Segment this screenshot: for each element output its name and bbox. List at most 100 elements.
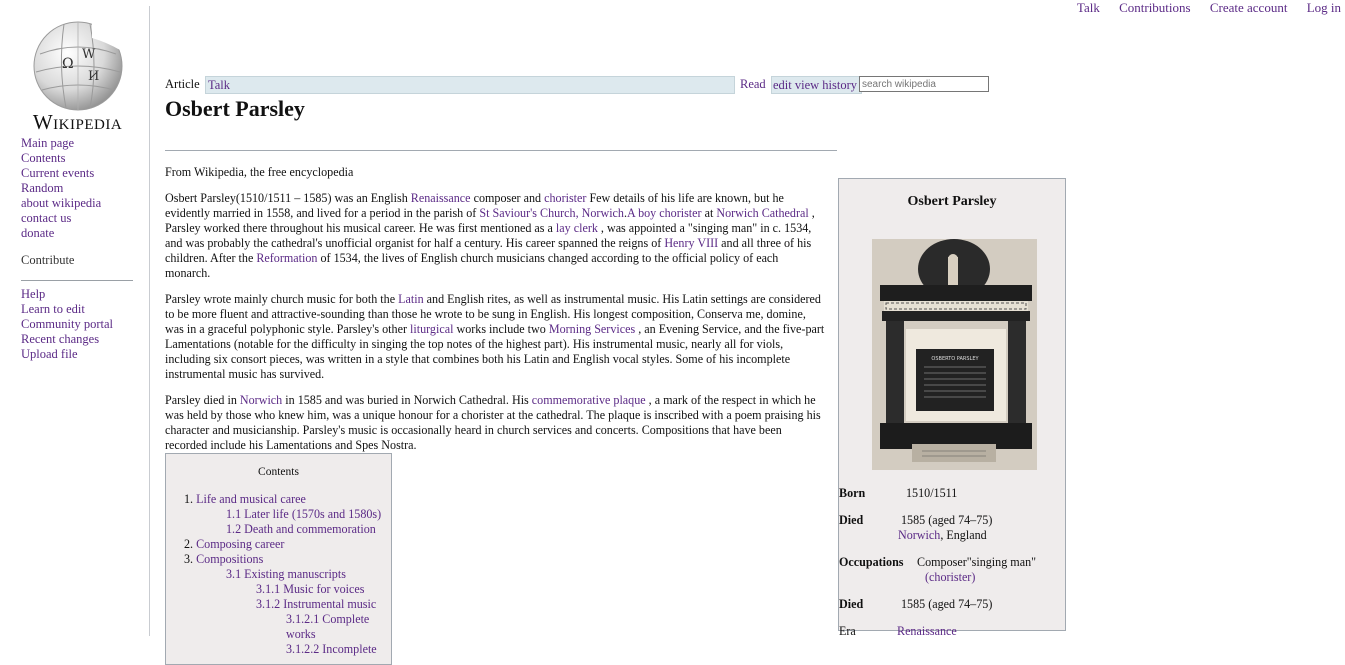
toc-item-label[interactable]: 1.2 Death and commemoration [226,522,376,536]
paragraph-death: Parsley died in Norwich in 1585 and was … [165,393,825,453]
tab-article[interactable]: Article [165,77,200,92]
topnav-contributions-link[interactable]: Contributions [1119,0,1191,15]
personal-nav: Talk Contributions Create account Log in [1061,0,1341,16]
toc-item-number: 3. [184,552,194,566]
inline-link[interactable]: Morning Services [549,322,635,336]
topnav-talk-link[interactable]: Talk [1077,0,1100,15]
sidebar-item-donate[interactable]: donate [21,226,136,241]
toc-item-label[interactable]: 3.1.2.1 Complete works [286,612,369,641]
toc-item-label[interactable]: Compositions [196,552,263,566]
text-run: Parsley wrote mainly church music for bo… [165,292,399,306]
text-run: at [701,206,717,220]
sidebar-item-help[interactable]: Help [21,287,136,302]
toc-item-number: 1. [184,492,194,506]
inline-link[interactable]: chorister [544,191,586,205]
sidebar-divider-vertical [149,6,150,636]
inline-link[interactable]: lay clerk [556,221,598,235]
inline-link[interactable]: Norwich [240,393,282,407]
infobox-value-born: 1510/1511 [906,486,958,500]
toc-item-label[interactable]: Life and musical caree [196,492,306,506]
infobox-value-occupations: Composer"singing man" [917,555,1037,569]
sidebar-item-upload-file[interactable]: Upload file [21,347,136,362]
text-run: Osbert Parsley(1510/1511 – 1585) was an … [165,191,411,205]
sidebar-heading-contribute: Contribute [21,253,75,267]
sidebar-item-contents[interactable]: Contents [21,151,136,166]
svg-text:OSBERTO PARSLEY: OSBERTO PARSLEY [931,356,979,362]
paragraph-intro: Osbert Parsley(1510/1511 – 1585) was an … [165,191,825,281]
search-input[interactable] [859,76,989,92]
sidebar-item-learn-to-edit[interactable]: Learn to edit [21,302,136,317]
text-run: works include two [453,322,549,336]
inline-link[interactable]: Henry VIII [664,236,718,250]
infobox-title: Osbert Parsley [907,194,997,209]
sidebar-item-community-portal[interactable]: Community portal [21,317,136,332]
puzzle-globe-icon: Ω W И [32,20,124,112]
infobox-value-died-place: Norwich, England [898,528,987,542]
tab-talk[interactable]: Talk [205,76,735,94]
page-title: Osbert Parsley [165,96,305,121]
inline-link[interactable]: Reformation [256,251,317,265]
sidebar-divider [21,280,133,281]
infobox-label-occupations: Occupations [839,555,904,569]
inline-link[interactable]: Latin [398,292,424,306]
toc-item[interactable]: 1. Life and musical caree [166,492,391,507]
memorial-plaque-image[interactable]: OSBERTO PARSLEY [872,239,1037,470]
toc-item-number: 2. [184,537,194,551]
toc-item[interactable]: 3. Compositions [166,552,391,567]
topnav-create-account-link[interactable]: Create account [1210,0,1288,15]
toc-item[interactable]: 3.1.1 Music for voices [166,582,391,597]
wordmark: Wikipedia [32,110,123,134]
article-body: From Wikipedia, the free encyclopedia Os… [165,165,825,464]
infobox-value-died: 1585 (aged 74–75) [901,513,993,527]
sidebar-item-main-page[interactable]: Main page [21,136,136,151]
text-run: Parsley died in [165,393,240,407]
toc-list: 1. Life and musical caree 1.1 Later life … [166,492,391,657]
site-subtitle: From Wikipedia, the free encyclopedia [165,165,354,179]
toc-item-label[interactable]: 3.1.2.2 Incomplete [286,642,377,656]
tab-view-history[interactable]: view history [795,78,857,92]
sidebar-item-about[interactable]: about wikipedia [21,196,136,211]
inline-link[interactable]: St Saviour's Church, Norwich [479,206,624,220]
toc-item-label[interactable]: 3.1 Existing manuscripts [226,567,346,581]
toc-item-label[interactable]: 3.1.1 Music for voices [256,582,365,596]
infobox-value-died-2: 1585 (aged 74–75) [901,597,993,611]
inline-link[interactable]: A boy chorister [627,206,702,220]
infobox-label-era: Era [839,624,856,638]
toc-item-label[interactable]: 1.1 Later life (1570s and 1580s) [226,507,381,521]
norwich-link[interactable]: Norwich [898,528,940,542]
toc-item[interactable]: 2. Composing career [166,537,391,552]
sidebar-item-contact[interactable]: contact us [21,211,136,226]
text-run: composer and [470,191,545,205]
toc-item[interactable]: 3.1.2.1 Complete works [166,612,381,642]
toc-item[interactable]: 1.2 Death and commemoration [166,522,391,537]
toc-item[interactable]: 3.1.2.2 Incomplete [166,642,381,657]
renaissance-link[interactable]: Renaissance [897,624,957,639]
sidebar-item-random[interactable]: Random [21,181,136,196]
toc-item-label[interactable]: 3.1.2 Instrumental music [256,597,376,611]
toc-item[interactable]: 3.1 Existing manuscripts [166,567,391,582]
page-tabs: Article Talk Read edit view history [165,76,989,94]
sidebar-item-current-events[interactable]: Current events [21,166,136,181]
toc-title: Contents [258,466,299,478]
toc-item[interactable]: 3.1.2 Instrumental music [166,597,391,612]
wikipedia-logo[interactable]: Ω W И Wikipedia [20,20,135,135]
toc-item[interactable]: 1.1 Later life (1570s and 1580s) [166,507,391,522]
inline-link[interactable]: Renaissance [411,191,471,205]
topnav-login-link[interactable]: Log in [1307,0,1341,15]
title-divider [165,150,837,151]
infobox-label-born: Born [839,486,866,500]
text-run: in 1585 and was buried in Norwich Cathed… [282,393,532,407]
svg-text:W: W [82,47,96,62]
inline-link[interactable]: Norwich Cathedral [716,206,808,220]
sidebar: Main page Contents Current events Random… [21,136,136,362]
chorister-link[interactable]: (chorister) [925,570,975,585]
inline-link[interactable]: liturgical [410,322,453,336]
sidebar-item-recent-changes[interactable]: Recent changes [21,332,136,347]
svg-text:И: И [88,69,99,84]
inline-link[interactable]: commemorative plaque [532,393,646,407]
infobox-label-died-2: Died [839,597,864,611]
tab-read[interactable]: Read [740,77,766,92]
paragraph-works: Parsley wrote mainly church music for bo… [165,292,825,382]
toc-item-label[interactable]: Composing career [196,537,284,551]
tab-edit[interactable]: edit [773,78,792,92]
